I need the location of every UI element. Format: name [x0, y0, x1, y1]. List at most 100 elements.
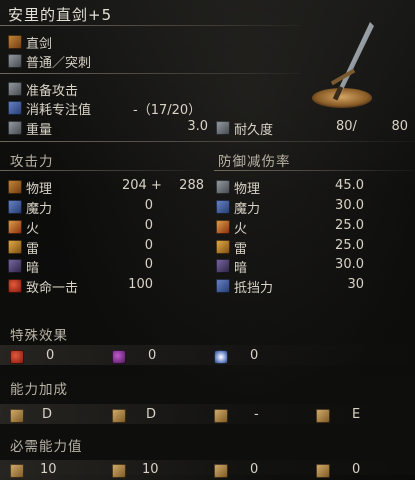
attack-physical-value: 204 + [122, 178, 162, 193]
defense-lightning-label: 雷 [234, 242, 248, 257]
faith-scaling-icon [316, 409, 330, 423]
fire-guard-icon [216, 220, 230, 234]
defense-physical-label: 物理 [234, 182, 261, 197]
defense-magic-row: 魔力 30.0 [216, 198, 364, 217]
defense-physical-row: 物理 45.0 [216, 178, 364, 197]
intelligence-scaling-value: - [254, 407, 259, 422]
defense-fire-value: 25.0 [335, 218, 364, 233]
requirements-header: 必需能力值 [10, 439, 83, 455]
title-divider [0, 25, 300, 26]
physical-guard-icon [216, 180, 230, 194]
defense-physical-value: 45.0 [335, 178, 364, 193]
defense-stability-row: 抵挡力 30 [216, 277, 364, 296]
defense-stability-label: 抵挡力 [234, 281, 274, 296]
lightning-icon [8, 240, 22, 254]
skill-label: 准备攻击 [26, 84, 79, 99]
attack-fire-row: 火 0 [8, 218, 153, 237]
attack-header: 攻击力 [10, 154, 54, 170]
dexterity-scaling-value: D [146, 407, 157, 422]
magic-icon [8, 200, 22, 214]
attack-dark-row: 暗 0 [8, 257, 153, 276]
stability-icon [216, 279, 230, 293]
fp-icon [8, 101, 22, 115]
info-divider [0, 73, 300, 74]
defense-magic-label: 魔力 [234, 202, 261, 217]
weight-row: 重量 3.0 [8, 119, 208, 138]
special-effects-band [0, 345, 415, 365]
lightning-guard-icon [216, 240, 230, 254]
weapon-detail-panel: 安里的直剑+5 直剑 普通／突刺 准备攻击 消耗专注值 -（17/20） 重量 … [0, 0, 415, 480]
attack-header-divider [0, 170, 200, 171]
skill-icon [8, 82, 22, 96]
dark-guard-icon [216, 259, 230, 273]
defense-dark-label: 暗 [234, 261, 248, 276]
strength-req-icon [10, 464, 24, 478]
stats-divider [0, 141, 415, 142]
defense-header-divider [214, 170, 414, 171]
attack-critical-value: 100 [128, 277, 153, 292]
weapon-name: 安里的直剑+5 [8, 6, 113, 24]
attack-physical-bonus: 288 [179, 178, 204, 193]
attack-magic-row: 魔力 0 [8, 198, 153, 217]
defense-lightning-value: 25.0 [335, 238, 364, 253]
weight-value: 3.0 [187, 119, 208, 134]
defense-magic-value: 30.0 [335, 198, 364, 213]
weapon-type-icon [8, 35, 22, 49]
defense-header: 防御减伤率 [218, 154, 291, 170]
durability-max: 80 [391, 119, 408, 134]
defense-dark-row: 暗 30.0 [216, 257, 364, 276]
fp-cost-value: -（17/20） [133, 103, 202, 118]
attack-magic-value: 0 [144, 198, 153, 213]
attack-lightning-row: 雷 0 [8, 238, 153, 257]
attack-lightning-value: 0 [144, 238, 153, 253]
defense-lightning-row: 雷 25.0 [216, 238, 364, 257]
defense-fire-label: 火 [234, 222, 248, 237]
durability-icon [216, 121, 230, 135]
durability-row: 耐久度 80/ 80 [216, 119, 408, 138]
attack-physical-row: 物理 204 + 288 [8, 178, 204, 197]
bleed-icon [10, 350, 24, 364]
attack-fire-value: 0 [144, 218, 153, 233]
weapon-type-label: 直剑 [26, 37, 53, 52]
magic-guard-icon [216, 200, 230, 214]
frost-value: 0 [250, 348, 259, 363]
faith-req-icon [316, 464, 330, 478]
weight-label: 重量 [26, 123, 53, 138]
dexterity-scaling-icon [112, 409, 126, 423]
scaling-header: 能力加成 [10, 382, 68, 398]
dark-icon [8, 259, 22, 273]
defense-fire-row: 火 25.0 [216, 218, 364, 237]
faith-scaling-value: E [352, 407, 361, 422]
attack-lightning-label: 雷 [26, 242, 40, 257]
intelligence-scaling-icon [214, 409, 228, 423]
strength-scaling-value: D [42, 407, 53, 422]
attack-fire-label: 火 [26, 222, 40, 237]
frost-icon [214, 350, 228, 364]
attack-critical-label: 致命一击 [26, 281, 79, 296]
fp-cost-row: 消耗专注值 -（17/20） [8, 99, 208, 118]
attack-critical-row: 致命一击 100 [8, 277, 153, 296]
bleed-value: 0 [46, 348, 55, 363]
attack-type-icon [8, 54, 22, 68]
special-effects-header: 特殊效果 [10, 328, 68, 344]
defense-dark-value: 30.0 [335, 257, 364, 272]
critical-icon [8, 279, 22, 293]
attack-type-label: 普通／突刺 [26, 56, 92, 71]
weight-icon [8, 121, 22, 135]
dexterity-req-icon [112, 464, 126, 478]
durability-label: 耐久度 [234, 123, 274, 138]
physical-icon [8, 180, 22, 194]
intelligence-req-icon [214, 464, 228, 478]
fp-cost-label: 消耗专注值 [26, 103, 92, 118]
poison-value: 0 [148, 348, 157, 363]
defense-stability-value: 30 [347, 277, 364, 292]
poison-icon [112, 350, 126, 364]
durability-current: 80/ [336, 119, 357, 134]
attack-magic-label: 魔力 [26, 202, 53, 217]
attack-dark-value: 0 [144, 257, 153, 272]
fire-icon [8, 220, 22, 234]
strength-scaling-icon [10, 409, 24, 423]
attack-dark-label: 暗 [26, 261, 40, 276]
weapon-illustration [312, 22, 374, 108]
attack-physical-label: 物理 [26, 182, 53, 197]
